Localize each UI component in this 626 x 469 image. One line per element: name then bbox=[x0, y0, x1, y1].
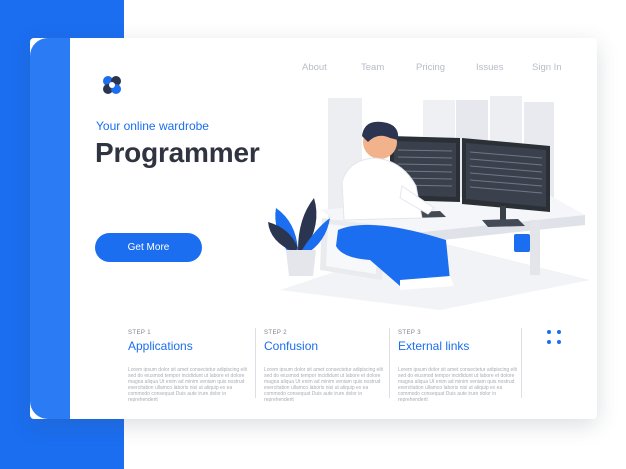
nav-issues[interactable]: Issues bbox=[476, 62, 503, 73]
step-body: Lorem ipsum dolor sit amet consectetur a… bbox=[128, 367, 247, 403]
step-divider bbox=[389, 328, 390, 398]
get-more-button[interactable]: Get More bbox=[95, 233, 202, 262]
nav-about[interactable]: About bbox=[302, 62, 327, 73]
step-divider bbox=[255, 328, 256, 398]
page-title: Programmer bbox=[95, 137, 260, 168]
step-card-1: STEP 1 Applications Lorem ipsum dolor si… bbox=[128, 330, 258, 403]
step-number: STEP 3 bbox=[398, 330, 421, 336]
step-divider bbox=[521, 328, 522, 398]
step-card-3: STEP 3 External links Lorem ipsum dolor … bbox=[398, 330, 528, 403]
step-number: STEP 1 bbox=[128, 330, 151, 336]
programmer-illustration bbox=[268, 96, 590, 310]
step-card-2: STEP 2 Confusion Lorem ipsum dolor sit a… bbox=[264, 330, 394, 403]
step-title[interactable]: Applications bbox=[128, 339, 258, 353]
nav-team[interactable]: Team bbox=[361, 62, 384, 73]
step-body: Lorem ipsum dolor sit amet consectetur a… bbox=[398, 367, 517, 403]
step-body: Lorem ipsum dolor sit amet consectetur a… bbox=[264, 367, 383, 403]
nav-sign-in[interactable]: Sign In bbox=[532, 62, 562, 73]
nav-pricing[interactable]: Pricing bbox=[416, 62, 445, 73]
hero-tagline: Your online wardrobe bbox=[96, 119, 209, 133]
logo-icon[interactable] bbox=[100, 73, 124, 97]
step-title[interactable]: Confusion bbox=[264, 339, 394, 353]
card-blue-edge bbox=[30, 38, 70, 419]
step-number: STEP 2 bbox=[264, 330, 287, 336]
step-title[interactable]: External links bbox=[398, 339, 528, 353]
grid-dots-icon[interactable] bbox=[547, 330, 563, 346]
